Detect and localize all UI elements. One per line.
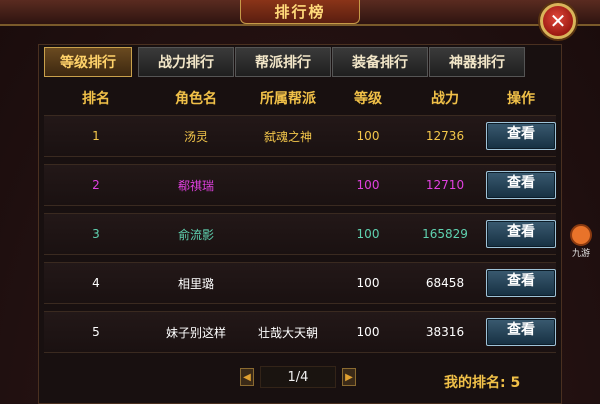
header-power: 战力 <box>431 91 459 107</box>
ranking-list: 1 汤灵 弑魂之神 100 12736 查看 2 郗祺瑞 100 12710 查… <box>44 115 556 360</box>
table-row: 3 俞流影 100 165829 查看 <box>44 213 556 255</box>
row-level: 100 <box>356 325 380 339</box>
tab-equipment-ranking[interactable]: 装备排行 <box>332 47 428 77</box>
tab-artifact-ranking[interactable]: 神器排行 <box>429 47 525 77</box>
row-name: 汤灵 <box>183 129 208 144</box>
prev-page-button[interactable]: ◀ <box>240 368 254 386</box>
row-power: 12710 <box>425 178 465 192</box>
row-rank: 4 <box>92 276 100 290</box>
tab-guild-ranking[interactable]: 帮派排行 <box>235 47 331 77</box>
view-button[interactable]: 查看 <box>486 269 556 297</box>
row-name: 俞流影 <box>177 227 214 242</box>
tab-level-ranking[interactable]: 等级排行 <box>44 47 132 77</box>
page-indicator: 1/4 <box>260 366 336 388</box>
row-level: 100 <box>356 178 380 192</box>
table-header: 排名 角色名 所属帮派 等级 战力 操作 <box>44 88 556 112</box>
table-row: 2 郗祺瑞 100 12710 查看 <box>44 164 556 206</box>
row-rank: 1 <box>92 129 100 143</box>
view-button[interactable]: 查看 <box>486 171 556 199</box>
title-plate: 排行榜 <box>240 0 360 24</box>
triangle-right-icon: ▶ <box>345 371 353 383</box>
tab-bar: 等级排行 战力排行 帮派排行 装备排行 神器排行 <box>44 47 526 77</box>
row-power: 165829 <box>422 227 468 241</box>
row-power: 38316 <box>425 325 465 339</box>
view-button[interactable]: 查看 <box>486 122 556 150</box>
row-level: 100 <box>356 227 380 241</box>
row-name: 妹子别这样 <box>165 325 226 340</box>
row-power: 68458 <box>425 276 465 290</box>
row-rank: 2 <box>92 178 100 192</box>
row-guild: 弑魂之神 <box>263 129 312 144</box>
close-icon: ✕ <box>549 9 567 33</box>
side-widget-label: 九游 <box>571 249 590 259</box>
row-name: 相里璐 <box>177 276 214 291</box>
my-rank: 我的排名: 5 <box>444 375 521 391</box>
header-action: 操作 <box>507 91 535 107</box>
view-button[interactable]: 查看 <box>486 318 556 346</box>
header-rank: 排名 <box>82 91 110 107</box>
row-name: 郗祺瑞 <box>177 178 214 193</box>
next-page-button[interactable]: ▶ <box>342 368 356 386</box>
row-level: 100 <box>356 129 380 143</box>
view-button[interactable]: 查看 <box>486 220 556 248</box>
table-row: 4 相里璐 100 68458 查看 <box>44 262 556 304</box>
pagination: ◀ 1/4 ▶ <box>240 366 356 388</box>
row-rank: 5 <box>92 325 100 339</box>
row-power: 12736 <box>425 129 465 143</box>
tab-power-ranking[interactable]: 战力排行 <box>138 47 234 77</box>
header-level: 等级 <box>354 91 382 107</box>
header-guild: 所属帮派 <box>260 91 316 107</box>
row-guild: 壮哉大天朝 <box>257 325 318 340</box>
side-widget[interactable]: 九游 <box>566 224 596 260</box>
leaderboard-window: 排行榜 ✕ 等级排行 战力排行 帮派排行 装备排行 神器排行 排名 角色名 所属… <box>0 0 600 404</box>
title-bar: 排行榜 <box>0 0 600 26</box>
row-rank: 3 <box>92 227 100 241</box>
table-row: 1 汤灵 弑魂之神 100 12736 查看 <box>44 115 556 157</box>
triangle-left-icon: ◀ <box>243 371 251 383</box>
mascot-icon <box>570 224 592 246</box>
table-row: 5 妹子别这样 壮哉大天朝 100 38316 查看 <box>44 311 556 353</box>
window-title: 排行榜 <box>274 3 326 21</box>
header-name: 角色名 <box>175 91 217 107</box>
close-button[interactable]: ✕ <box>540 3 576 39</box>
row-level: 100 <box>356 276 380 290</box>
